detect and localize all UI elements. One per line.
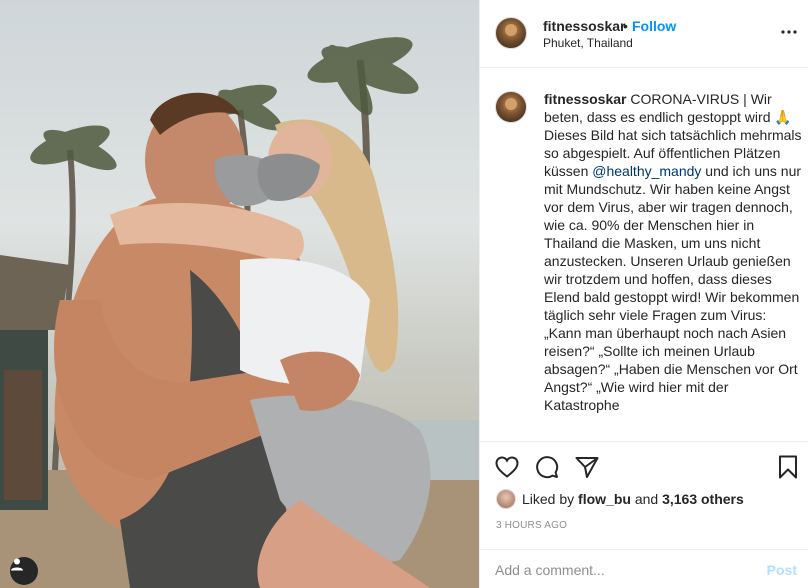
post-header: fitnessoskar • Follow Phuket, Thailand	[480, 0, 808, 68]
location-link[interactable]: Phuket, Thailand	[543, 36, 633, 50]
caption-body-2: und ich uns nur mit Mundschutz. Wir habe…	[544, 163, 802, 413]
liker-avatar[interactable]	[496, 489, 516, 509]
avatar[interactable]	[495, 17, 527, 49]
caption-text: fitnessoskar CORONA-VIRUS | Wir beten, d…	[544, 90, 802, 414]
comment-icon	[536, 456, 559, 479]
caption-avatar[interactable]	[495, 91, 527, 123]
post-side-panel: fitnessoskar • Follow Phuket, Thailand f…	[479, 0, 808, 588]
separator-dot: •	[623, 18, 628, 34]
share-icon	[575, 457, 599, 478]
heart-icon	[495, 456, 519, 478]
save-button[interactable]	[775, 454, 801, 480]
comment-box: Post	[480, 549, 808, 588]
likes-middle: and	[634, 491, 659, 507]
more-options-icon	[781, 30, 797, 34]
header-username[interactable]: fitnessoskar	[543, 18, 625, 34]
likes-others[interactable]: 3,163 others	[662, 491, 744, 507]
post-comment-button[interactable]: Post	[767, 562, 797, 578]
action-bar: Liked by flow_bu and 3,163 others 3 HOUR…	[480, 441, 808, 549]
comment-button[interactable]	[534, 454, 560, 480]
likes-prefix: Liked by	[522, 491, 575, 507]
like-button[interactable]	[494, 454, 520, 480]
caption-mention[interactable]: @healthy_mandy	[592, 163, 701, 179]
post-photo[interactable]	[0, 0, 479, 588]
caption-section: fitnessoskar CORONA-VIRUS | Wir beten, d…	[480, 69, 808, 441]
caption-username[interactable]: fitnessoskar	[544, 91, 626, 107]
share-button[interactable]	[574, 454, 600, 480]
post-timestamp[interactable]: 3 HOURS AGO	[496, 520, 567, 531]
likes-user[interactable]: flow_bu	[578, 491, 631, 507]
user-tag-button[interactable]	[10, 557, 38, 585]
user-tag-icon	[11, 558, 23, 571]
follow-button[interactable]: Follow	[632, 18, 676, 34]
comment-input[interactable]	[495, 560, 755, 580]
more-options-button[interactable]	[781, 24, 797, 40]
photo-illustration	[0, 37, 479, 588]
bookmark-icon	[779, 455, 797, 479]
likes-summary: Liked by flow_bu and 3,163 others	[496, 488, 744, 510]
